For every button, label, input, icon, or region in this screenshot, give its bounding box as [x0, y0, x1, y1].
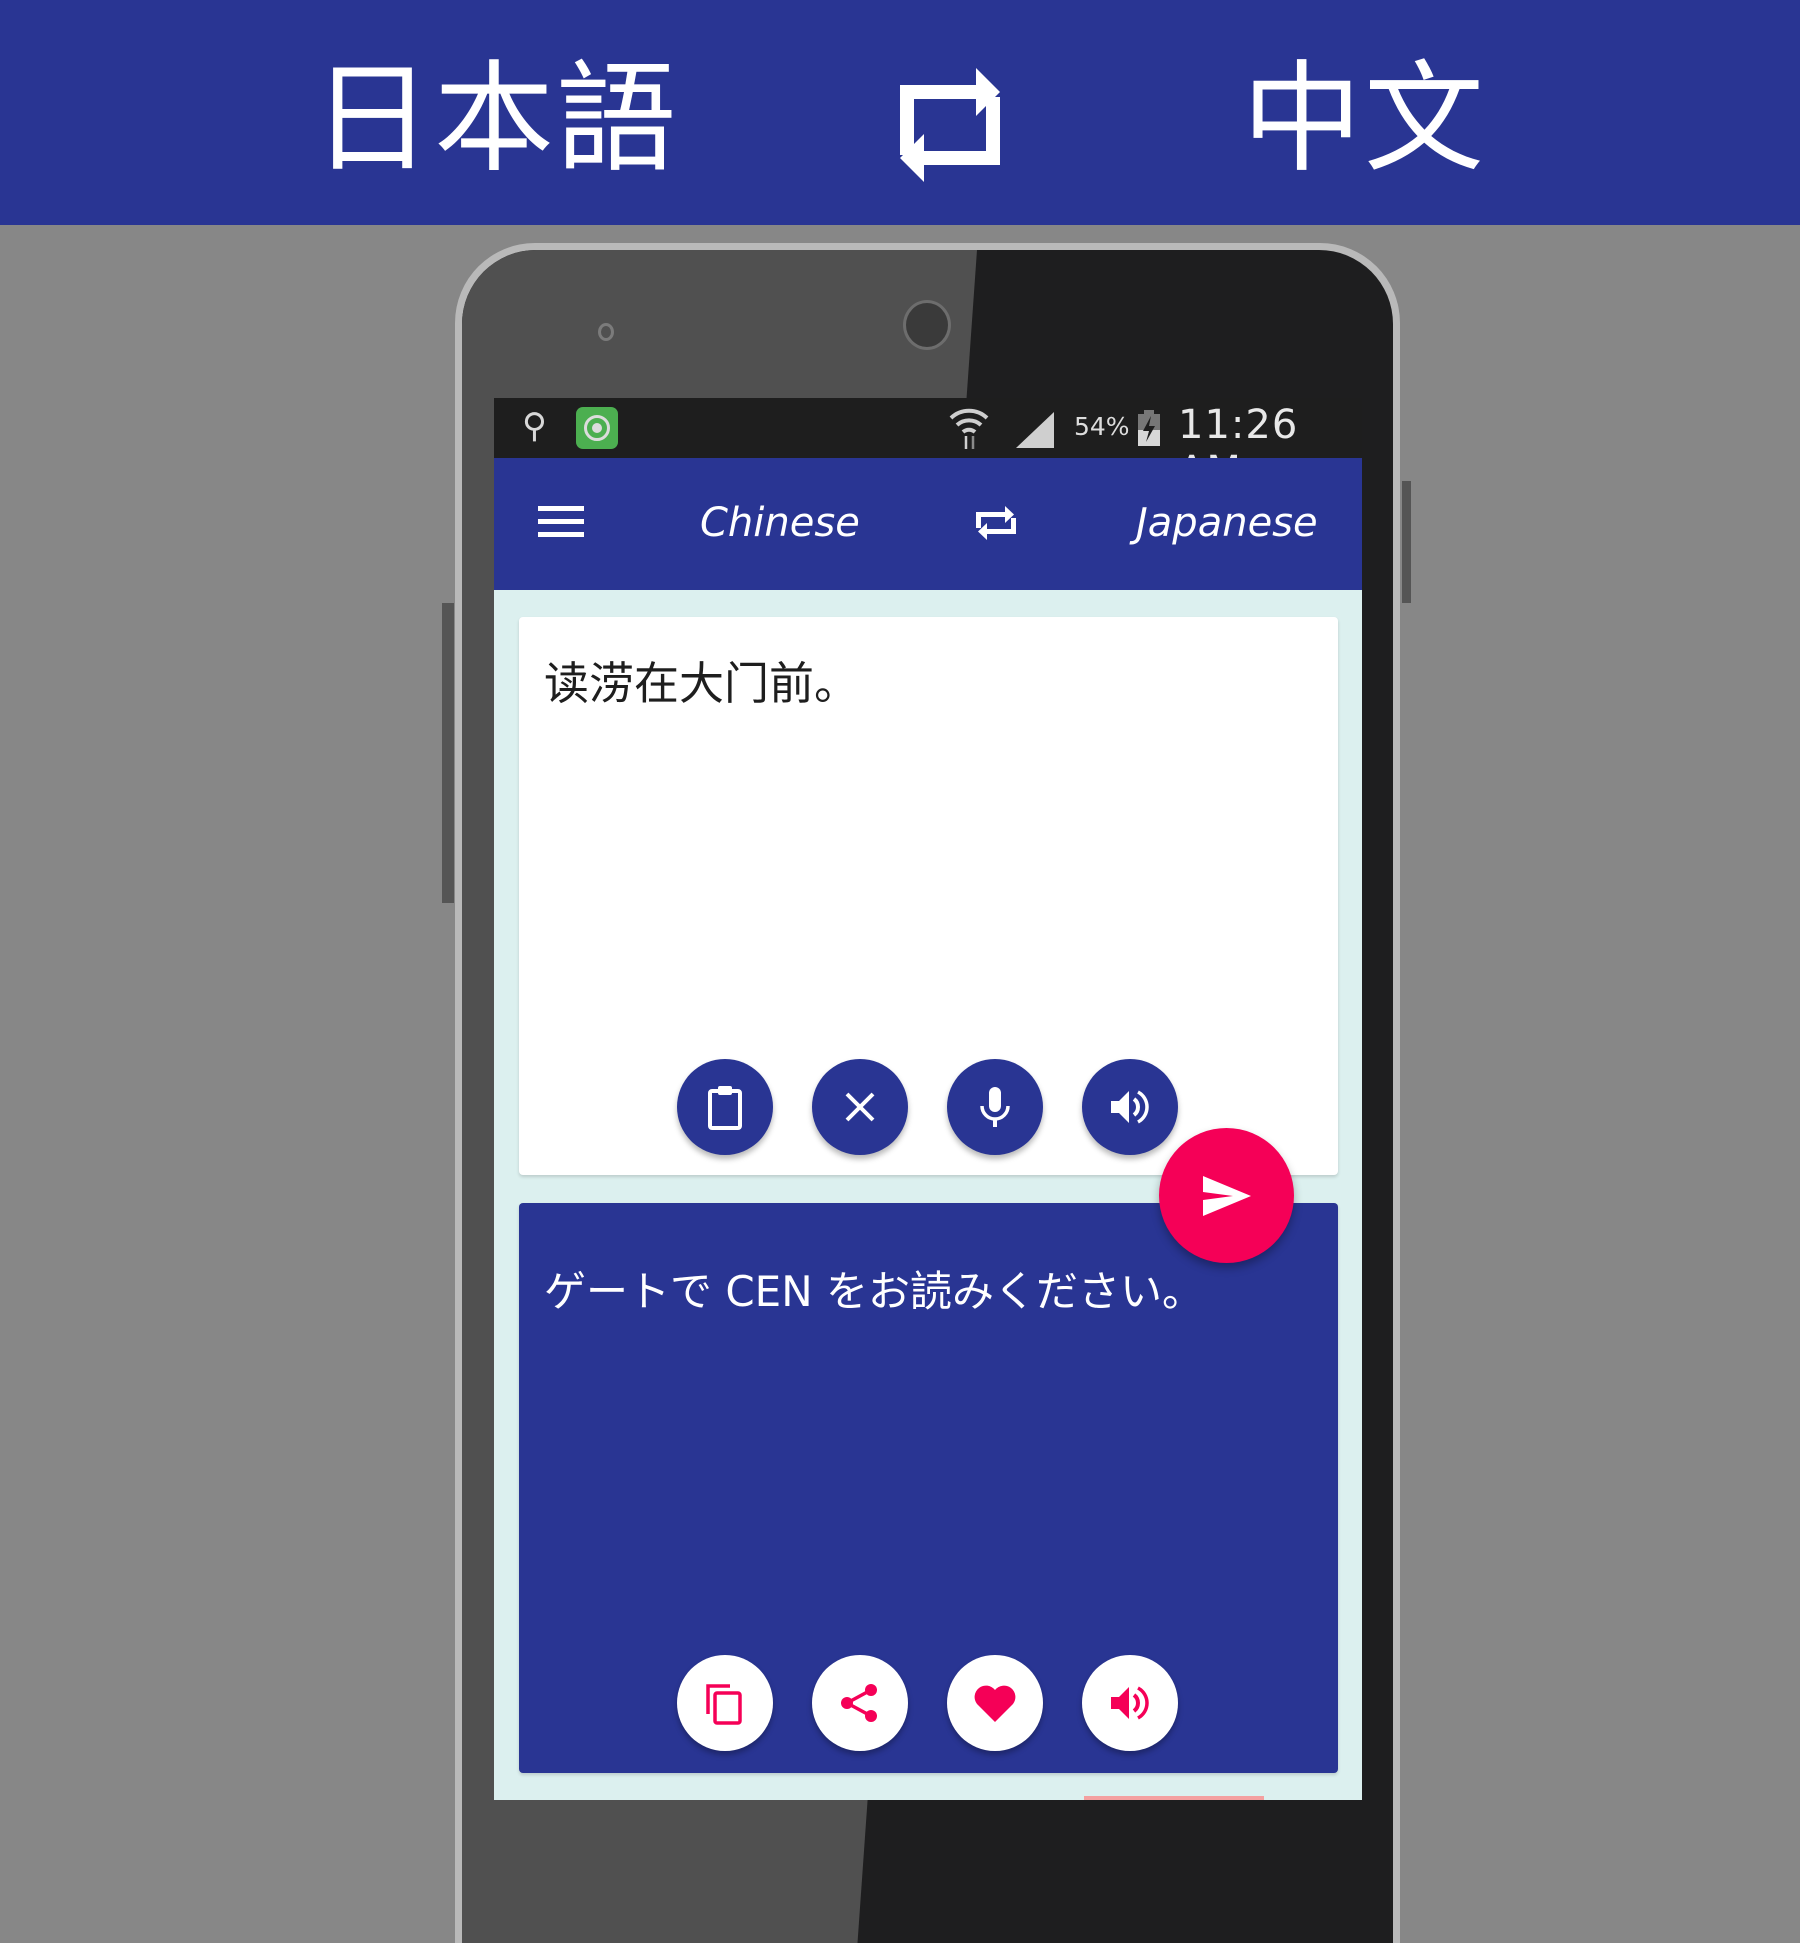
promo-banner: 日本語 中文	[0, 0, 1800, 225]
favorite-button[interactable]	[947, 1655, 1043, 1751]
paste-button[interactable]	[677, 1059, 773, 1155]
speaker-icon	[1111, 1090, 1149, 1124]
microphone-icon	[980, 1087, 1010, 1127]
target-language-selector[interactable]: Japanese	[1136, 500, 1318, 546]
swap-languages-button[interactable]	[972, 498, 1020, 548]
status-bar: ⚲ 54% 11:26 AM	[494, 398, 1362, 494]
speak-input-button[interactable]	[1082, 1059, 1178, 1155]
proximity-sensor	[598, 323, 614, 341]
close-icon	[845, 1092, 875, 1122]
signal-icon	[1016, 412, 1054, 448]
translate-button[interactable]	[1159, 1128, 1294, 1263]
front-camera	[903, 300, 951, 350]
copy-button[interactable]	[677, 1655, 773, 1751]
wifi-icon	[949, 408, 989, 449]
speak-output-button[interactable]	[1082, 1655, 1178, 1751]
app-bar: Chinese Japanese	[494, 458, 1362, 590]
heart-icon	[974, 1685, 1016, 1722]
voice-input-button[interactable]	[947, 1059, 1043, 1155]
input-text[interactable]: 读涝在大门前。	[544, 647, 859, 712]
phone-screen: ⚲ 54% 11:26 AM Chinese Japanese	[494, 398, 1362, 1800]
banner-right-language: 中文	[1242, 50, 1486, 189]
output-card: ゲートで CEN をお読みください。	[519, 1203, 1338, 1773]
banner-left-language: 日本語	[312, 50, 678, 189]
clear-button[interactable]	[812, 1059, 908, 1155]
app-notification-icon	[576, 407, 618, 449]
clipboard-icon	[708, 1086, 742, 1130]
hamburger-menu-icon[interactable]	[538, 506, 584, 542]
send-icon	[1202, 1175, 1251, 1216]
copy-icon	[706, 1684, 742, 1725]
phone-volume-button	[442, 603, 454, 903]
swap-arrows-icon	[900, 68, 1000, 182]
input-card: 读涝在大门前。	[519, 617, 1338, 1175]
source-language-selector[interactable]: Chinese	[700, 500, 860, 546]
translated-text: ゲートで CEN をお読みください。	[544, 1267, 1204, 1316]
share-button[interactable]	[812, 1655, 908, 1751]
battery-charging-icon	[1138, 410, 1160, 446]
battery-percent: 54%	[1074, 412, 1130, 441]
bottom-accent-bar	[1084, 1796, 1264, 1800]
usb-icon: ⚲	[522, 406, 547, 446]
speaker-icon	[1111, 1686, 1149, 1720]
share-icon	[841, 1684, 877, 1722]
phone-power-button	[1402, 481, 1411, 603]
